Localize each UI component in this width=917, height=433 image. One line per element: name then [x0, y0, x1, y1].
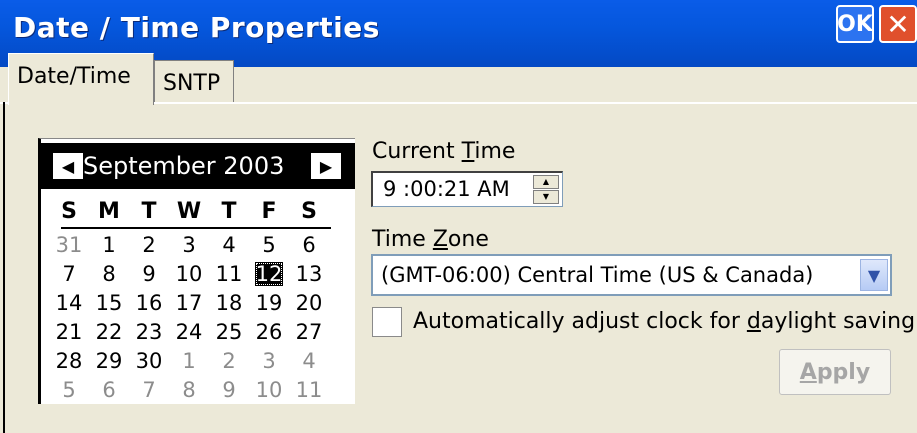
calendar-month-year[interactable]: September 2003: [83, 152, 308, 180]
current-time-label: Current Time: [372, 139, 516, 164]
calendar-day[interactable]: 19: [249, 289, 289, 317]
dow-label: T: [221, 199, 237, 224]
calendar-day[interactable]: 10: [169, 260, 209, 288]
calendar-day[interactable]: 11: [289, 376, 329, 404]
time-up-button[interactable]: ▲: [533, 175, 559, 189]
dow-label: W: [176, 199, 202, 224]
dow-label: S: [61, 199, 77, 224]
calendar-day[interactable]: 6: [289, 231, 329, 259]
spin-down-icon: ▼: [542, 192, 550, 201]
calendar-day[interactable]: 24: [169, 318, 209, 346]
tab-date-time[interactable]: Date/Time: [8, 53, 154, 105]
time-zone-select[interactable]: (GMT-06:00) Central Time (US & Canada) ▼: [371, 254, 892, 296]
calendar-day[interactable]: 8: [89, 260, 129, 288]
calendar-day[interactable]: 3: [169, 231, 209, 259]
calendar-day[interactable]: 25: [209, 318, 249, 346]
calendar-day[interactable]: 23: [129, 318, 169, 346]
calendar-day[interactable]: 7: [129, 376, 169, 404]
calendar-day[interactable]: 2: [129, 231, 169, 259]
time-zone-value: (GMT-06:00) Central Time (US & Canada): [381, 263, 814, 287]
right-arrow-icon: ▶: [319, 156, 333, 176]
calendar-day[interactable]: 10: [249, 376, 289, 404]
calendar-header: ◀ September 2003 ▶: [41, 143, 355, 189]
calendar-day[interactable]: 15: [89, 289, 129, 317]
calendar-day[interactable]: 1: [169, 347, 209, 375]
calendar-day[interactable]: 17: [169, 289, 209, 317]
close-icon: ✕: [886, 7, 910, 41]
prev-month-button[interactable]: ◀: [53, 153, 83, 179]
calendar-day[interactable]: 13: [289, 260, 329, 288]
calendar-dow-divider: [61, 227, 331, 229]
calendar-day[interactable]: 9: [129, 260, 169, 288]
calendar-day[interactable]: 7: [49, 260, 89, 288]
spin-up-icon: ▲: [542, 177, 550, 186]
close-button[interactable]: ✕: [879, 5, 917, 43]
time-zone-dropdown-button[interactable]: ▼: [860, 259, 888, 291]
calendar-day[interactable]: 14: [49, 289, 89, 317]
calendar-day[interactable]: 30: [129, 347, 169, 375]
tab-sntp[interactable]: SNTP: [154, 60, 234, 102]
calendar-day[interactable]: 8: [169, 376, 209, 404]
time-zone-label: Time Zone: [372, 227, 489, 252]
calendar-day[interactable]: 31: [49, 231, 89, 259]
dow-label: T: [141, 199, 157, 224]
time-stepper[interactable]: 9 :00:21 AM ▲ ▼: [371, 171, 563, 207]
calendar-day[interactable]: 18: [209, 289, 249, 317]
dow-label: F: [261, 199, 277, 224]
calendar-day[interactable]: 6: [89, 376, 129, 404]
left-arrow-icon: ◀: [61, 156, 75, 176]
calendar-day[interactable]: 22: [89, 318, 129, 346]
calendar-day[interactable]: 3: [249, 347, 289, 375]
calendar-day[interactable]: 9: [209, 376, 249, 404]
calendar-day[interactable]: 16: [129, 289, 169, 317]
daylight-saving-checkbox[interactable]: [372, 307, 402, 337]
time-down-button[interactable]: ▼: [533, 190, 559, 204]
ok-button[interactable]: OK: [836, 5, 874, 43]
window-title: Date / Time Properties: [13, 11, 380, 44]
calendar-day[interactable]: 27: [289, 318, 329, 346]
chevron-down-icon: ▼: [867, 265, 881, 285]
calendar-day[interactable]: 1: [89, 231, 129, 259]
next-month-button[interactable]: ▶: [311, 153, 341, 179]
calendar-day[interactable]: 21: [49, 318, 89, 346]
calendar-day[interactable]: 28: [49, 347, 89, 375]
apply-button[interactable]: Apply: [779, 349, 891, 395]
calendar-day[interactable]: 5: [249, 231, 289, 259]
time-value[interactable]: 9 :00:21 AM: [383, 177, 510, 201]
dow-label: S: [301, 199, 317, 224]
calendar-day[interactable]: 4: [209, 231, 249, 259]
calendar-day-of-week-row: S M T W T F S: [41, 199, 341, 227]
calendar-day[interactable]: 2: [209, 347, 249, 375]
calendar-day[interactable]: 5: [49, 376, 89, 404]
calendar-grid: 31 1 2 3 4 5 6 7 8 9 10 11 12 13 14 15 16 17 18 19 20 21 22 23 2…: [41, 231, 351, 405]
calendar-day[interactable]: 29: [89, 347, 129, 375]
daylight-saving-label[interactable]: Automatically adjust clock for daylight …: [413, 309, 915, 334]
calendar: ◀ September 2003 ▶ S M T W T F S 31 1 2 3 4 5…: [38, 138, 355, 404]
panel-border: [3, 102, 5, 433]
calendar-day[interactable]: 11: [209, 260, 249, 288]
dow-label: M: [98, 199, 120, 224]
calendar-day[interactable]: 12: [249, 260, 289, 288]
calendar-day[interactable]: 20: [289, 289, 329, 317]
calendar-day[interactable]: 4: [289, 347, 329, 375]
calendar-day[interactable]: 26: [249, 318, 289, 346]
